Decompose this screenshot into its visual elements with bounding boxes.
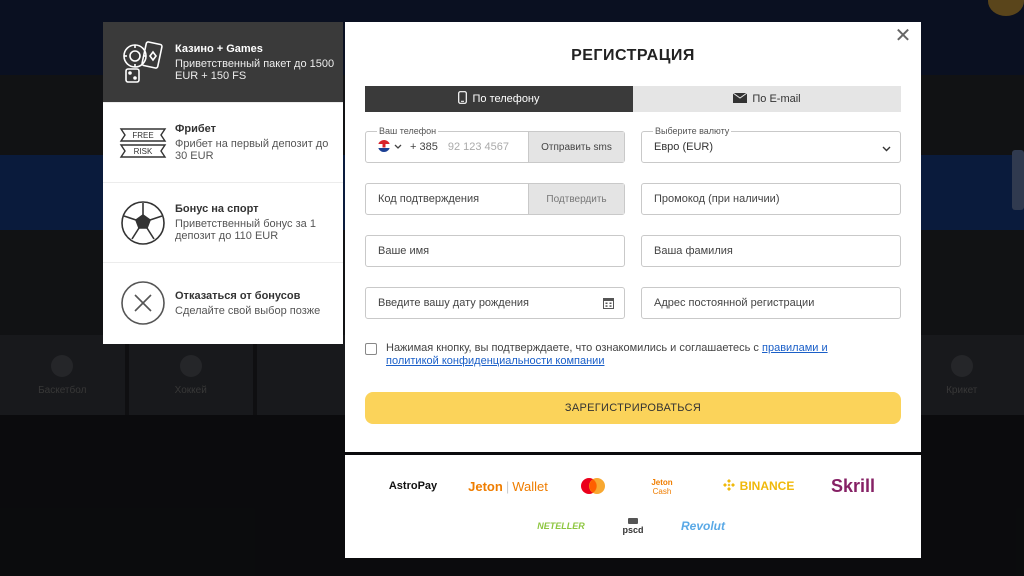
- currency-value: Евро (EUR): [654, 141, 714, 153]
- calendar-icon[interactable]: [603, 297, 614, 312]
- birth-date-input[interactable]: Введите вашу дату рождения: [378, 297, 529, 309]
- bonus-desc: Приветственный пакет до 1500 EUR + 150 F…: [175, 57, 335, 82]
- chevron-down-icon: [882, 143, 891, 155]
- modal-title: РЕГИСТРАЦИЯ: [571, 47, 695, 64]
- promo-code-field[interactable]: Промокод (при наличии): [641, 183, 901, 215]
- currency-label: Выберите валюту: [653, 126, 732, 136]
- promo-code-input[interactable]: Промокод (при наличии): [654, 193, 780, 205]
- consent-label: Нажимая кнопку, вы подтверждаете, что оз…: [386, 342, 762, 354]
- bonus-option-casino[interactable]: Казино + Games Приветственный пакет до 1…: [103, 22, 343, 103]
- skrill-logo: Skrill: [830, 475, 876, 496]
- send-sms-button[interactable]: Отправить sms: [528, 132, 624, 162]
- revolut-logo: Revolut: [680, 519, 725, 533]
- binance-icon: [722, 478, 736, 495]
- last-name-input[interactable]: Ваша фамилия: [654, 245, 733, 257]
- consent-text: Нажимая кнопку, вы подтверждаете, что оз…: [386, 342, 876, 368]
- jeton-wallet-suffix: Wallet: [512, 478, 548, 494]
- jeton-wallet-logo: Jeton | Wallet: [467, 477, 549, 495]
- jeton-cash-text: Jeton: [651, 478, 673, 487]
- pscd-text: pscd: [622, 525, 644, 535]
- soccer-ball-icon: [119, 199, 167, 247]
- phone-country-code: + 385: [410, 141, 438, 153]
- last-name-field[interactable]: Ваша фамилия: [641, 235, 901, 267]
- country-selector[interactable]: [378, 139, 402, 155]
- address-input[interactable]: Адрес постоянной регистрации: [654, 297, 814, 309]
- jeton-wallet-text: Jeton: [468, 478, 503, 494]
- bonus-option-sport[interactable]: Бонус на спорт Приветственный бонус за 1…: [103, 183, 343, 263]
- astropay-logo: AstroPay: [388, 480, 438, 492]
- phone-input[interactable]: 92 123 4567: [448, 141, 509, 153]
- bonus-option-decline[interactable]: Отказаться от бонусов Сделайте свой выбо…: [103, 263, 343, 343]
- free-label: FREE: [132, 131, 153, 140]
- free-risk-icon: FREE RISK: [119, 119, 167, 167]
- currency-select[interactable]: Выберите валюту Евро (EUR): [641, 126, 901, 163]
- binance-text: BINANCE: [739, 479, 795, 493]
- bonus-title: Отказаться от бонусов: [175, 289, 301, 302]
- tab-label: По E-mail: [752, 93, 801, 105]
- jeton-cash-suffix: Cash: [652, 487, 672, 496]
- first-name-input[interactable]: Ваше имя: [378, 245, 429, 257]
- address-field[interactable]: Адрес постоянной регистрации: [641, 287, 901, 319]
- bonus-desc: Фрибет на первый депозит до 30 EUR: [175, 138, 329, 162]
- neteller-logo: NETELLER: [537, 521, 585, 531]
- risk-label: RISK: [134, 147, 153, 156]
- first-name-field[interactable]: Ваше имя: [365, 235, 625, 267]
- bonus-title: Казино + Games: [175, 42, 263, 55]
- confirm-button[interactable]: Подтвердить: [528, 184, 624, 214]
- confirmation-code-field[interactable]: Код подтверждения Подтвердить: [365, 183, 625, 215]
- tab-phone[interactable]: По телефону: [365, 86, 633, 112]
- confirmation-code-input[interactable]: Код подтверждения: [378, 193, 479, 205]
- bonus-desc: Сделайте свой выбор позже: [175, 304, 321, 317]
- payment-methods: AstroPay Jeton | Wallet Jeton Cash BINAN…: [345, 455, 921, 558]
- envelope-icon: [733, 92, 748, 106]
- close-icon[interactable]: ✕: [893, 26, 913, 46]
- bonus-desc: Приветственный бонус за 1 депозит до 110…: [175, 218, 316, 242]
- casino-chips-icon: [119, 38, 167, 86]
- registration-tabs: По телефону По E-mail: [365, 86, 901, 112]
- tab-email[interactable]: По E-mail: [633, 86, 901, 112]
- bonus-selector: Казино + Games Приветственный пакет до 1…: [103, 22, 343, 344]
- binance-logo: BINANCE: [715, 477, 801, 495]
- phone-icon: [458, 91, 468, 107]
- paysafecard-logo: pscd: [619, 515, 647, 537]
- croatia-flag-icon: [378, 139, 390, 155]
- separator: |: [505, 478, 510, 494]
- register-button[interactable]: ЗАРЕГИСТРИРОВАТЬСЯ: [365, 392, 901, 424]
- mastercard-icon: [577, 476, 609, 496]
- bonus-option-freebet[interactable]: FREE RISK Фрибет Фрибет на первый депози…: [103, 103, 343, 183]
- registration-modal: ✕ РЕГИСТРАЦИЯ По телефону По E-mail Ваш …: [345, 22, 921, 452]
- decline-x-icon: [119, 279, 167, 327]
- consent-checkbox[interactable]: [365, 343, 377, 355]
- chevron-down-icon: [394, 141, 402, 153]
- birth-date-field[interactable]: Введите вашу дату рождения: [365, 287, 625, 319]
- jeton-cash-logo: Jeton Cash: [643, 475, 681, 499]
- tab-label: По телефону: [472, 93, 540, 105]
- phone-label: Ваш телефон: [377, 126, 439, 136]
- bonus-title: Бонус на спорт: [175, 203, 259, 215]
- phone-field[interactable]: Ваш телефон + 385 92 123 4567 Отправить …: [365, 126, 625, 163]
- bonus-title: Фрибет: [175, 123, 217, 135]
